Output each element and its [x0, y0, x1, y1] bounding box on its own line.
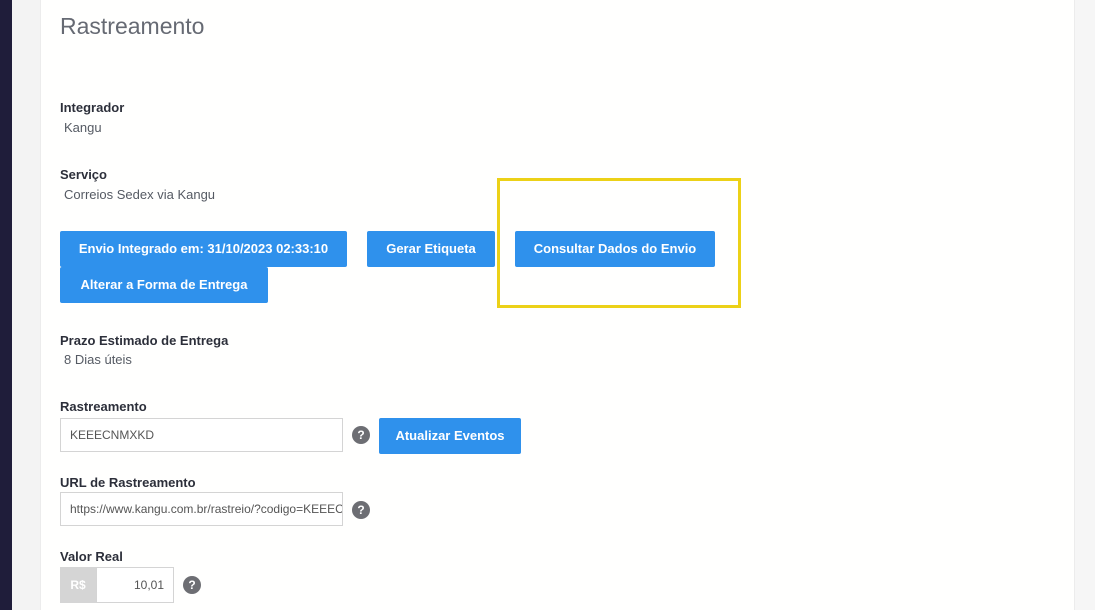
gerar-etiqueta-button[interactable]: Gerar Etiqueta	[367, 231, 495, 267]
prazo-label: Prazo Estimado de Entrega	[60, 333, 229, 348]
app-sidebar-edge	[0, 0, 12, 610]
prazo-value: 8 Dias úteis	[64, 352, 132, 367]
rastreamento-input[interactable]: KEEECNMXKD	[60, 418, 343, 452]
atualizar-eventos-button[interactable]: Atualizar Eventos	[379, 418, 521, 454]
page-gutter	[12, 0, 40, 610]
url-rastreamento-label: URL de Rastreamento	[60, 475, 196, 490]
rastreamento-label: Rastreamento	[60, 399, 147, 414]
help-icon[interactable]: ?	[352, 426, 370, 444]
page-title: Rastreamento	[60, 13, 205, 39]
url-rastreamento-input[interactable]: https://www.kangu.com.br/rastreio/?codig…	[60, 492, 343, 526]
servico-label: Serviço	[60, 167, 107, 182]
servico-value: Correios Sedex via Kangu	[64, 187, 216, 202]
alterar-forma-entrega-button[interactable]: Alterar a Forma de Entrega	[60, 267, 268, 303]
help-icon[interactable]: ?	[352, 501, 370, 519]
currency-prefix: R$	[60, 567, 96, 603]
envio-integrado-button[interactable]: Envio Integrado em: 31/10/2023 02:33:10	[60, 231, 347, 267]
integrador-label: Integrador	[60, 100, 125, 115]
consultar-dados-envio-button[interactable]: Consultar Dados do Envio	[515, 231, 715, 267]
valor-real-label: Valor Real	[60, 549, 123, 564]
tracking-panel: Rastreamento Integrador Kangu Serviço Co…	[40, 0, 1075, 610]
valor-real-input[interactable]: 10,01	[96, 567, 174, 603]
integrador-value: Kangu	[64, 120, 102, 135]
help-icon[interactable]: ?	[183, 576, 201, 594]
